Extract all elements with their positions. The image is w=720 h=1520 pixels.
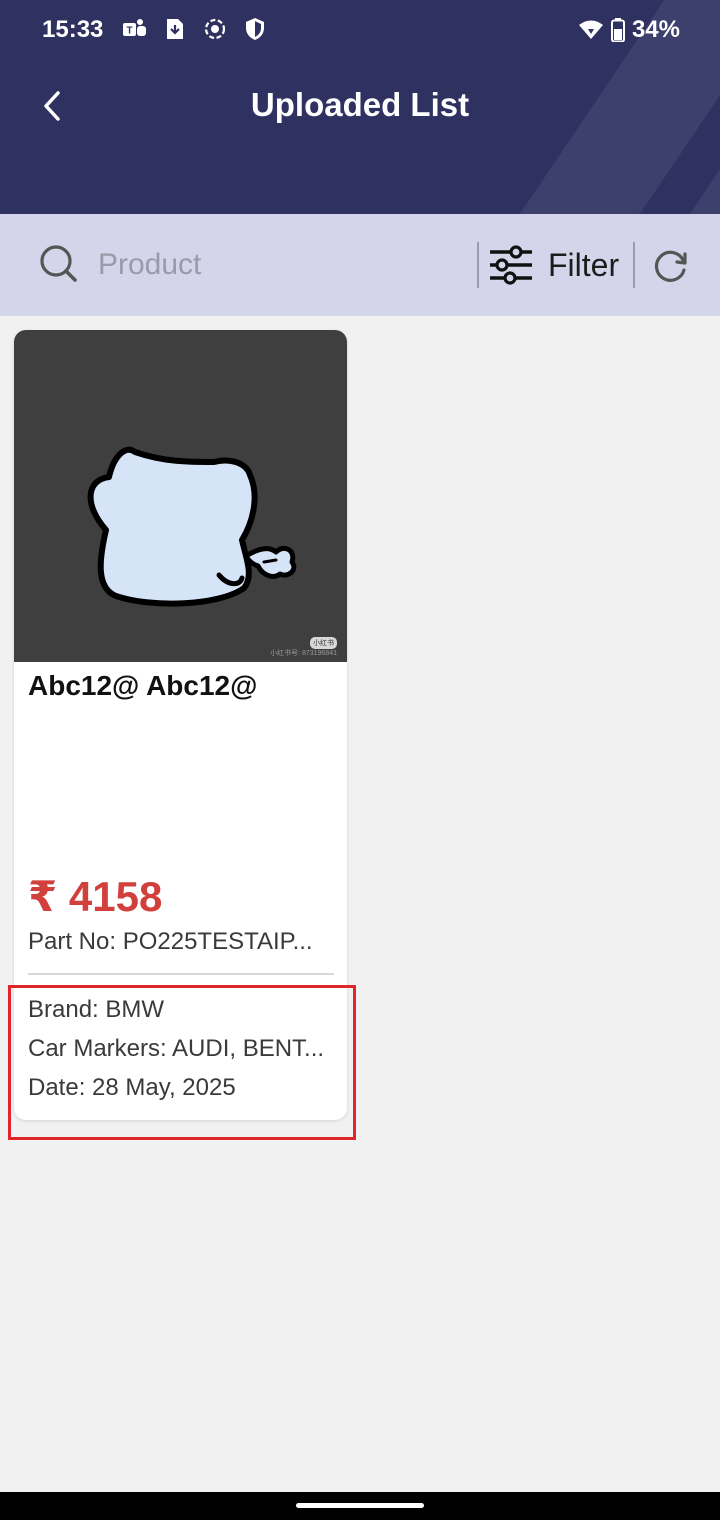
product-part-no: Part No: PO225TESTAIP... [28,928,313,955]
status-bar: 15:33 T 34% [0,0,720,60]
product-price: ₹ 4158 [28,873,163,920]
cat-illustration [87,446,297,607]
filter-button[interactable]: Filter [488,240,619,290]
product-title: Abc12@ Abc12@ [28,670,258,701]
screen-record-icon [202,16,228,42]
divider [477,242,479,288]
svg-text:T: T [126,26,132,37]
shield-icon [242,16,268,42]
refresh-icon[interactable] [650,246,690,286]
product-image: 小红书 小红书号: 873196841 [14,330,347,662]
filter-label: Filter [548,246,620,283]
battery-percentage: 34% [631,16,680,43]
teams-icon: T [122,16,148,42]
battery-icon [610,17,626,43]
download-icon [162,16,188,42]
highlight-box [8,985,356,1140]
wifi-icon [578,17,604,43]
sliders-icon [488,245,534,285]
search-icon [38,243,78,283]
page-title: Uploaded List [250,86,470,123]
home-indicator[interactable] [296,1503,424,1508]
divider [633,242,635,288]
search-input[interactable] [98,240,458,290]
card-divider [28,973,334,975]
watermark-text: 小红书号: 873196841 [270,650,337,657]
status-time: 15:33 [42,16,104,43]
